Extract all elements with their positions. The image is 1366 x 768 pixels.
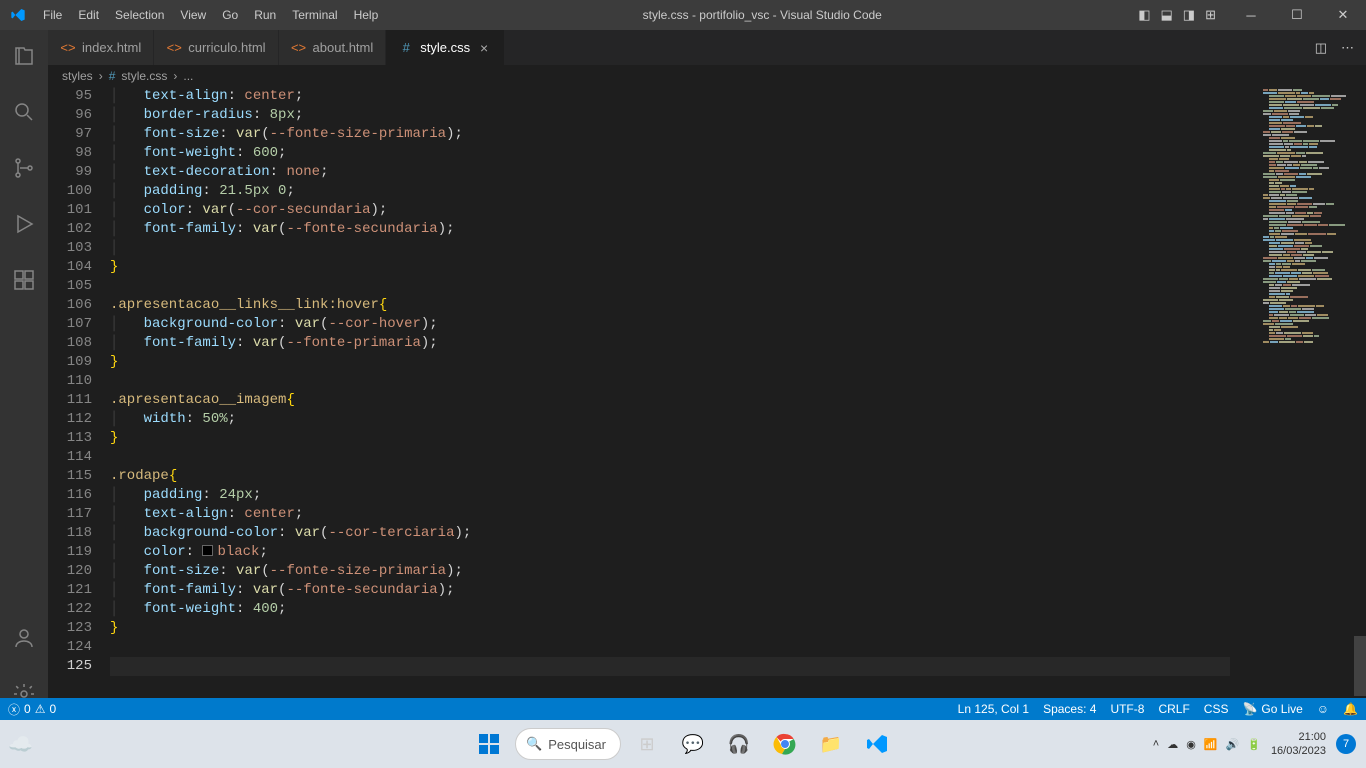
status-indentation[interactable]: Spaces: 4 [1043,702,1096,716]
extensions-icon[interactable] [0,260,48,300]
status-language[interactable]: CSS [1204,702,1229,716]
layout-panel-icon[interactable]: ⬓ [1161,7,1173,23]
scrollbar-thumb[interactable] [1354,636,1366,696]
vscode-taskbar-icon[interactable] [857,724,897,764]
tab-label: about.html [313,40,374,55]
chevron-right-icon: › [99,69,103,83]
explorer-icon[interactable] [0,36,48,76]
chevron-right-icon: › [173,69,177,83]
status-encoding[interactable]: UTF-8 [1110,702,1144,716]
accounts-icon[interactable] [0,618,48,658]
menu-selection[interactable]: Selection [107,0,172,30]
css-file-icon: # [109,69,116,83]
run-debug-icon[interactable] [0,204,48,244]
title-bar: File Edit Selection View Go Run Terminal… [0,0,1366,30]
broadcast-icon: 📡 [1242,702,1257,716]
vscode-logo-icon [0,7,35,23]
tab-style-css[interactable]: # style.css × [386,30,505,65]
menu-file[interactable]: File [35,0,70,30]
status-bar: ⓧ0 ⚠0 Ln 125, Col 1 Spaces: 4 UTF-8 CRLF… [0,698,1366,720]
tab-about-html[interactable]: <> about.html [279,30,387,65]
maximize-button[interactable]: ☐ [1274,0,1320,30]
tab-index-html[interactable]: <> index.html [48,30,154,65]
task-view-icon[interactable]: ⊞ [627,724,667,764]
warning-icon: ⚠ [35,702,46,716]
error-icon: ⓧ [8,701,20,718]
status-cursor-position[interactable]: Ln 125, Col 1 [958,702,1029,716]
tab-curriculo-html[interactable]: <> curriculo.html [154,30,278,65]
onedrive-icon[interactable]: ☁ [1167,738,1178,751]
wifi-icon[interactable]: 📶 [1204,738,1218,751]
code-area[interactable]: │ text-align: center;│ border-radius: 8p… [110,87,1230,676]
start-button[interactable] [469,724,509,764]
chevron-up-icon[interactable]: ˄ [1153,738,1159,750]
tab-label: style.css [420,40,470,55]
more-actions-icon[interactable]: ⋯ [1341,40,1354,56]
layout-sidebar-left-icon[interactable]: ◧ [1138,7,1150,23]
breadcrumb-selector[interactable]: ... [183,69,193,83]
breadcrumb[interactable]: styles › # style.css › ... [48,65,1366,87]
chrome-icon[interactable] [765,724,805,764]
status-errors[interactable]: ⓧ0 ⚠0 [8,701,56,718]
tab-label: index.html [82,40,141,55]
search-icon: 🔍 [526,736,542,752]
volume-icon[interactable]: 🔊 [1226,738,1240,751]
menu-edit[interactable]: Edit [70,0,107,30]
breadcrumb-folder[interactable]: styles [62,69,93,83]
search-icon[interactable] [0,92,48,132]
window-title: style.css - portifolio_vsc - Visual Stud… [386,8,1138,22]
css-file-icon: # [398,40,414,56]
source-control-icon[interactable] [0,148,48,188]
taskbar-clock[interactable]: 21:00 16/03/2023 [1271,730,1326,758]
weather-icon: ☁️ [8,732,33,757]
status-bell-icon[interactable]: 🔔 [1343,702,1358,716]
menu-bar: File Edit Selection View Go Run Terminal… [35,0,386,30]
menu-run[interactable]: Run [246,0,284,30]
line-gutter: 9596979899100101102103104105106107108109… [48,87,110,700]
notification-badge[interactable]: 7 [1336,734,1356,754]
menu-go[interactable]: Go [214,0,246,30]
layout-sidebar-right-icon[interactable]: ◨ [1183,7,1195,23]
location-icon[interactable]: ◉ [1186,738,1196,751]
split-editor-icon[interactable]: ◫ [1315,40,1327,56]
windows-taskbar: ☁️ 🔍 Pesquisar ⊞ 💬 🎧 📁 ˄ ☁ ◉ 📶 🔊 🔋 [0,720,1366,768]
file-explorer-icon[interactable]: 📁 [811,724,851,764]
battery-icon[interactable]: 🔋 [1247,738,1261,751]
status-feedback-icon[interactable]: ☺ [1317,702,1329,716]
status-go-live[interactable]: 📡Go Live [1242,702,1302,716]
layout-customize-icon[interactable]: ⊞ [1205,7,1216,23]
tab-close-icon[interactable]: × [476,40,492,56]
system-tray[interactable]: ˄ ☁ ◉ 📶 🔊 🔋 [1153,738,1261,751]
chat-icon[interactable]: 💬 [673,724,713,764]
status-eol[interactable]: CRLF [1158,702,1189,716]
search-placeholder: Pesquisar [548,737,606,752]
html-file-icon: <> [60,40,76,56]
menu-terminal[interactable]: Terminal [284,0,345,30]
html-file-icon: <> [166,40,182,56]
menu-help[interactable]: Help [346,0,387,30]
editor[interactable]: 9596979899100101102103104105106107108109… [48,87,1366,700]
minimap[interactable] [1258,87,1354,346]
taskbar-search[interactable]: 🔍 Pesquisar [515,728,621,760]
headphones-icon[interactable]: 🎧 [719,724,759,764]
close-button[interactable]: ✕ [1320,0,1366,30]
html-file-icon: <> [291,40,307,56]
breadcrumb-file[interactable]: style.css [121,69,167,83]
taskbar-weather[interactable]: ☁️ [8,732,33,757]
editor-tabs: <> index.html <> curriculo.html <> about… [48,30,1366,65]
minimize-button[interactable]: ─ [1228,0,1274,30]
menu-view[interactable]: View [172,0,214,30]
tab-label: curriculo.html [188,40,265,55]
activity-bar [0,30,48,720]
vertical-scrollbar[interactable] [1354,87,1366,700]
